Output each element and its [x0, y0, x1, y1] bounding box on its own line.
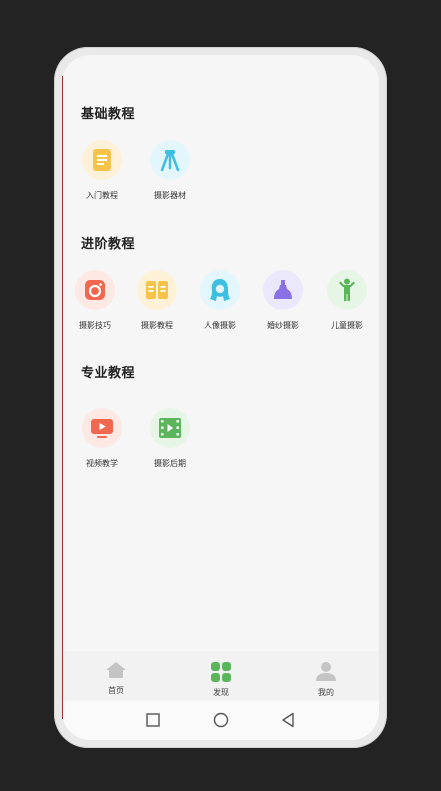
system-nav-bar	[62, 701, 379, 740]
item-video-teaching[interactable]: 视频教学	[79, 408, 125, 469]
tab-discover[interactable]: 发现	[201, 661, 241, 698]
tripod-icon	[150, 140, 190, 180]
recents-icon[interactable]	[146, 713, 160, 727]
item-label: 人像摄影	[204, 321, 236, 330]
item-label: 摄影教程	[141, 321, 173, 330]
home-icon	[106, 662, 126, 678]
section-title-basic: 基础教程	[81, 107, 136, 122]
book-icon	[137, 270, 177, 310]
item-wedding-photography[interactable]: 婚纱摄影	[260, 270, 306, 331]
tab-label: 首页	[108, 686, 124, 695]
item-photo-equipment[interactable]: 摄影器材	[147, 140, 193, 201]
back-icon[interactable]	[281, 712, 295, 728]
tab-label: 发现	[213, 688, 229, 697]
video-play-icon	[82, 408, 122, 448]
section-title-advanced: 进阶教程	[81, 237, 136, 252]
item-label: 视频教学	[86, 459, 118, 468]
tab-label: 我的	[318, 688, 334, 697]
item-label: 婚纱摄影	[267, 321, 299, 330]
user-icon	[316, 662, 336, 681]
item-label: 摄影技巧	[79, 321, 111, 330]
item-photo-tutorial[interactable]: 摄影教程	[134, 270, 180, 331]
tab-mine[interactable]: 我的	[306, 661, 346, 698]
camera-icon	[75, 270, 115, 310]
item-intro-tutorial[interactable]: 入门教程	[79, 140, 125, 201]
left-edge-line	[62, 76, 63, 719]
item-child-photography[interactable]: 儿童摄影	[324, 270, 370, 331]
item-photo-skills[interactable]: 摄影技巧	[72, 270, 118, 331]
item-label: 入门教程	[86, 191, 118, 200]
tab-home[interactable]: 首页	[96, 661, 136, 696]
item-label: 摄影器材	[154, 191, 186, 200]
wedding-dress-icon	[263, 270, 303, 310]
film-icon	[150, 408, 190, 448]
item-label: 摄影后期	[154, 459, 186, 468]
child-icon	[327, 270, 367, 310]
section-title-professional: 专业教程	[81, 366, 136, 381]
app-screen: 基础教程 入门教程 摄影器材 进阶教程 摄影技巧 摄影教程 人像摄影 婚纱摄影 …	[62, 55, 379, 740]
item-post-processing[interactable]: 摄影后期	[147, 408, 193, 469]
portrait-icon	[200, 270, 240, 310]
item-portrait-photography[interactable]: 人像摄影	[197, 270, 243, 331]
grid-icon	[211, 662, 231, 682]
bottom-tab-bar: 首页 发现 我的	[62, 651, 379, 701]
phone-frame: 基础教程 入门教程 摄影器材 进阶教程 摄影技巧 摄影教程 人像摄影 婚纱摄影 …	[54, 47, 387, 748]
item-label: 儿童摄影	[331, 321, 363, 330]
document-icon	[82, 140, 122, 180]
home-circle-icon[interactable]	[213, 712, 229, 728]
